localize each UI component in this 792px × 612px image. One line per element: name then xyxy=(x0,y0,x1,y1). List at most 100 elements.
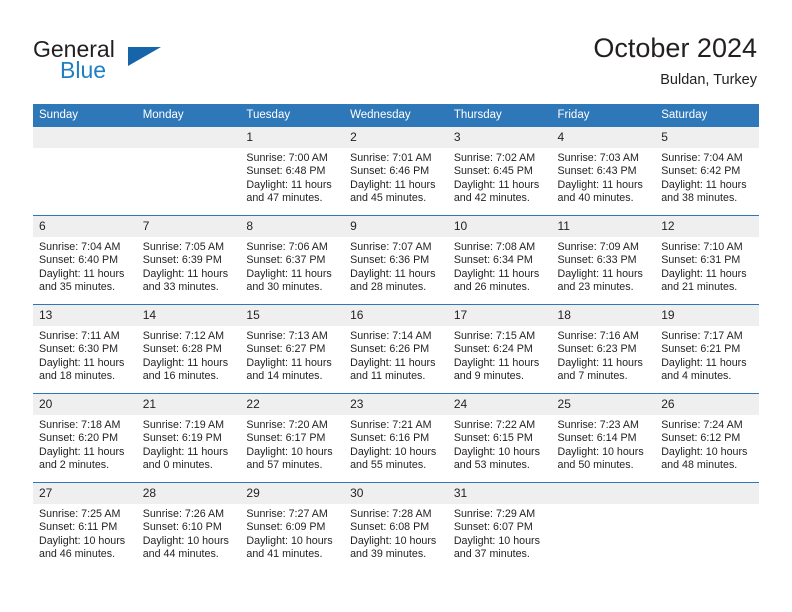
calendar-header-row: Sunday Monday Tuesday Wednesday Thursday… xyxy=(33,104,759,127)
calendar-day-cell[interactable]: 12 Sunrise: 7:10 AM Sunset: 6:31 PM Dayl… xyxy=(655,215,759,305)
day-details: Sunrise: 7:12 AM Sunset: 6:28 PM Dayligh… xyxy=(137,326,241,384)
sunrise-text: Sunrise: 7:16 AM xyxy=(557,330,639,342)
calendar-day-cell[interactable]: 26 Sunrise: 7:24 AM Sunset: 6:12 PM Dayl… xyxy=(655,393,759,483)
day-number: 26 xyxy=(655,394,759,415)
calendar-day-cell[interactable]: 7 Sunrise: 7:05 AM Sunset: 6:39 PM Dayli… xyxy=(136,215,241,305)
day-number: 13 xyxy=(33,305,137,326)
calendar-day-cell[interactable]: 19 Sunrise: 7:17 AM Sunset: 6:21 PM Dayl… xyxy=(655,304,759,394)
day-number xyxy=(33,127,137,148)
sunrise-text: Sunrise: 7:26 AM xyxy=(142,508,225,520)
calendar-day-cell[interactable]: 13 Sunrise: 7:11 AM Sunset: 6:30 PM Dayl… xyxy=(33,304,137,394)
calendar-day-cell[interactable]: 4 Sunrise: 7:03 AM Sunset: 6:43 PM Dayli… xyxy=(551,127,656,216)
calendar-day-cell[interactable]: 11 Sunrise: 7:09 AM Sunset: 6:33 PM Dayl… xyxy=(551,215,656,305)
sunset-text: Sunset: 6:45 PM xyxy=(453,165,533,178)
calendar-week-row: 20 Sunrise: 7:18 AM Sunset: 6:20 PM Dayl… xyxy=(33,393,759,483)
daylight-text-line2: and 16 minutes. xyxy=(142,370,219,383)
daylight-text-line1: Daylight: 11 hours xyxy=(246,267,332,280)
calendar-day-cell[interactable]: 24 Sunrise: 7:22 AM Sunset: 6:15 PM Dayl… xyxy=(447,393,552,483)
sunrise-text: Sunrise: 7:04 AM xyxy=(39,241,121,253)
calendar-week-row: 1 Sunrise: 7:00 AM Sunset: 6:48 PM Dayli… xyxy=(33,127,759,216)
day-details: Sunrise: 7:22 AM Sunset: 6:15 PM Dayligh… xyxy=(448,415,552,473)
calendar-day-cell[interactable]: 16 Sunrise: 7:14 AM Sunset: 6:26 PM Dayl… xyxy=(344,304,448,394)
daylight-text-line1: Daylight: 10 hours xyxy=(661,445,748,458)
sunrise-text: Sunrise: 7:19 AM xyxy=(142,419,225,431)
day-number: 12 xyxy=(655,216,759,237)
daylight-text-line2: and 39 minutes. xyxy=(350,548,427,561)
calendar-week-row: 6 Sunrise: 7:04 AM Sunset: 6:40 PM Dayli… xyxy=(33,215,759,305)
calendar-day-cell[interactable]: 28 Sunrise: 7:26 AM Sunset: 6:10 PM Dayl… xyxy=(136,482,241,571)
title-block: October 2024 Buldan, Turkey xyxy=(593,32,757,90)
calendar-day-cell[interactable]: 1 Sunrise: 7:00 AM Sunset: 6:48 PM Dayli… xyxy=(240,127,345,216)
calendar-day-cell[interactable]: 22 Sunrise: 7:20 AM Sunset: 6:17 PM Dayl… xyxy=(240,393,345,483)
day-details: Sunrise: 7:29 AM Sunset: 6:07 PM Dayligh… xyxy=(448,504,552,562)
day-number: 22 xyxy=(240,394,345,415)
daylight-text-line2: and 28 minutes. xyxy=(350,281,427,294)
sunset-text: Sunset: 6:20 PM xyxy=(39,432,119,445)
day-number: 6 xyxy=(33,216,137,237)
daylight-text-line1: Daylight: 11 hours xyxy=(350,267,436,280)
calendar-day-cell[interactable]: 17 Sunrise: 7:15 AM Sunset: 6:24 PM Dayl… xyxy=(447,304,552,394)
sunset-text: Sunset: 6:36 PM xyxy=(350,254,430,267)
calendar-day-cell[interactable]: 14 Sunrise: 7:12 AM Sunset: 6:28 PM Dayl… xyxy=(136,304,241,394)
daylight-text-line1: Daylight: 11 hours xyxy=(246,178,332,191)
daylight-text-line2: and 14 minutes. xyxy=(246,370,323,383)
calendar-day-cell xyxy=(33,127,137,216)
daylight-text-line1: Daylight: 11 hours xyxy=(557,267,643,280)
calendar-day-cell[interactable]: 15 Sunrise: 7:13 AM Sunset: 6:27 PM Dayl… xyxy=(240,304,345,394)
calendar-day-cell[interactable]: 8 Sunrise: 7:06 AM Sunset: 6:37 PM Dayli… xyxy=(240,215,345,305)
day-number: 11 xyxy=(551,216,656,237)
sunrise-text: Sunrise: 7:25 AM xyxy=(39,508,121,520)
day-number: 23 xyxy=(344,394,448,415)
daylight-text-line2: and 18 minutes. xyxy=(39,370,116,383)
daylight-text-line2: and 50 minutes. xyxy=(557,459,634,472)
calendar-day-cell[interactable]: 20 Sunrise: 7:18 AM Sunset: 6:20 PM Dayl… xyxy=(33,393,137,483)
daylight-text-line2: and 2 minutes. xyxy=(39,459,110,472)
weekday-header-friday: Friday xyxy=(551,104,656,127)
weekday-header-wednesday: Wednesday xyxy=(344,104,448,127)
daylight-text-line2: and 42 minutes. xyxy=(453,192,530,205)
sunrise-text: Sunrise: 7:22 AM xyxy=(453,419,536,431)
day-number: 21 xyxy=(136,394,241,415)
sunset-text: Sunset: 6:40 PM xyxy=(39,254,119,267)
sunrise-text: Sunrise: 7:00 AM xyxy=(246,152,328,164)
day-number: 15 xyxy=(240,305,345,326)
calendar-day-cell[interactable]: 3 Sunrise: 7:02 AM Sunset: 6:45 PM Dayli… xyxy=(447,127,552,216)
sunrise-text: Sunrise: 7:02 AM xyxy=(453,152,536,164)
calendar-page: General Blue October 2024 Buldan, Turkey… xyxy=(0,0,792,612)
sunrise-text: Sunrise: 7:29 AM xyxy=(453,508,536,520)
daylight-text-line1: Daylight: 11 hours xyxy=(350,178,436,191)
calendar-day-cell[interactable]: 6 Sunrise: 7:04 AM Sunset: 6:40 PM Dayli… xyxy=(33,215,137,305)
calendar-day-cell[interactable]: 23 Sunrise: 7:21 AM Sunset: 6:16 PM Dayl… xyxy=(344,393,448,483)
sunset-text: Sunset: 6:33 PM xyxy=(557,254,637,267)
calendar-day-cell[interactable]: 27 Sunrise: 7:25 AM Sunset: 6:11 PM Dayl… xyxy=(33,482,137,571)
sunset-text: Sunset: 6:14 PM xyxy=(557,432,637,445)
calendar-day-cell[interactable]: 30 Sunrise: 7:28 AM Sunset: 6:08 PM Dayl… xyxy=(344,482,448,571)
calendar-day-cell[interactable]: 18 Sunrise: 7:16 AM Sunset: 6:23 PM Dayl… xyxy=(551,304,656,394)
calendar-day-cell[interactable]: 25 Sunrise: 7:23 AM Sunset: 6:14 PM Dayl… xyxy=(551,393,656,483)
page-subtitle-location: Buldan, Turkey xyxy=(660,72,757,88)
daylight-text-line2: and 57 minutes. xyxy=(246,459,323,472)
general-blue-logo[interactable]: General Blue xyxy=(33,36,233,88)
daylight-text-line1: Daylight: 11 hours xyxy=(453,178,540,191)
sunset-text: Sunset: 6:48 PM xyxy=(246,165,326,178)
day-number xyxy=(551,483,656,504)
logo-triangle-icon xyxy=(128,47,161,66)
daylight-text-line2: and 23 minutes. xyxy=(557,281,634,294)
sunrise-text: Sunrise: 7:18 AM xyxy=(39,419,121,431)
calendar-day-cell[interactable]: 9 Sunrise: 7:07 AM Sunset: 6:36 PM Dayli… xyxy=(344,215,448,305)
calendar-day-cell[interactable]: 21 Sunrise: 7:19 AM Sunset: 6:19 PM Dayl… xyxy=(136,393,241,483)
day-number: 17 xyxy=(447,305,552,326)
daylight-text-line2: and 47 minutes. xyxy=(246,192,323,205)
day-details: Sunrise: 7:01 AM Sunset: 6:46 PM Dayligh… xyxy=(344,148,448,206)
calendar-day-cell[interactable]: 2 Sunrise: 7:01 AM Sunset: 6:46 PM Dayli… xyxy=(344,127,448,216)
day-details: Sunrise: 7:15 AM Sunset: 6:24 PM Dayligh… xyxy=(448,326,552,384)
day-details: Sunrise: 7:19 AM Sunset: 6:19 PM Dayligh… xyxy=(137,415,241,473)
day-number: 2 xyxy=(344,127,448,148)
calendar-day-cell[interactable]: 29 Sunrise: 7:27 AM Sunset: 6:09 PM Dayl… xyxy=(240,482,345,571)
calendar-day-cell[interactable]: 5 Sunrise: 7:04 AM Sunset: 6:42 PM Dayli… xyxy=(655,127,759,216)
calendar-day-cell[interactable]: 10 Sunrise: 7:08 AM Sunset: 6:34 PM Dayl… xyxy=(447,215,552,305)
daylight-text-line1: Daylight: 10 hours xyxy=(142,534,229,547)
day-number: 24 xyxy=(447,394,552,415)
calendar-day-cell[interactable]: 31 Sunrise: 7:29 AM Sunset: 6:07 PM Dayl… xyxy=(447,482,552,571)
day-details: Sunrise: 7:23 AM Sunset: 6:14 PM Dayligh… xyxy=(552,415,656,473)
